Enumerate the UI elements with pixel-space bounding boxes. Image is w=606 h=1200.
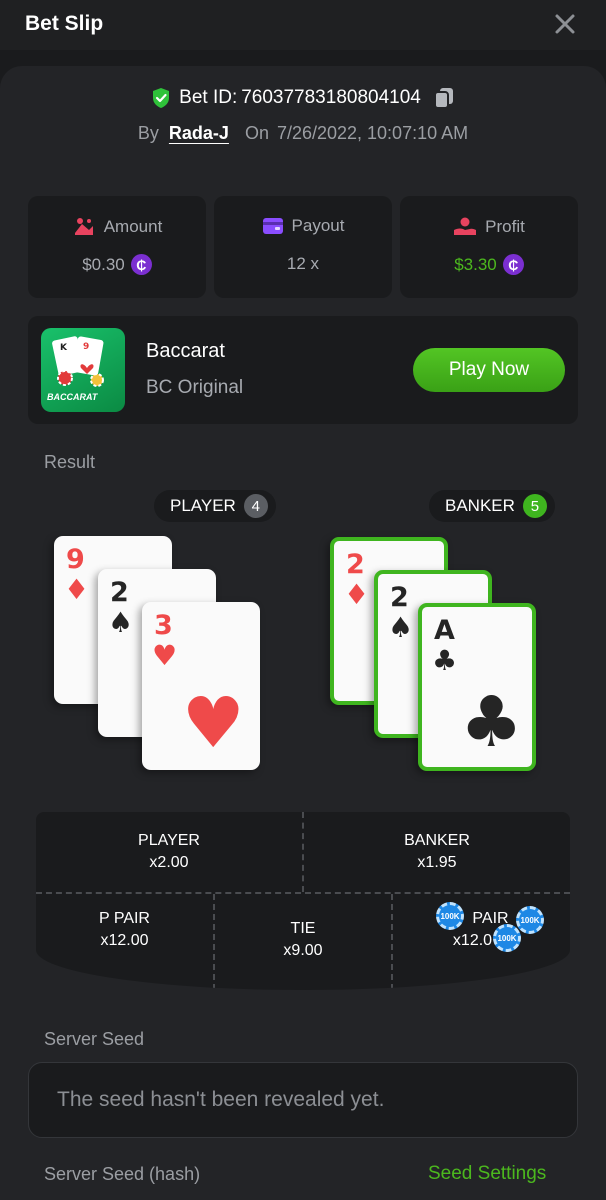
bet-p-pair-label: P PAIR bbox=[99, 910, 150, 927]
profit-label: Profit bbox=[485, 217, 525, 236]
game-provider: BC Original bbox=[146, 377, 244, 398]
card-rank: 2 bbox=[390, 582, 409, 613]
amount-value: $0.30 bbox=[82, 254, 125, 274]
bet-banker-label: BANKER bbox=[404, 832, 470, 849]
svg-text:K: K bbox=[60, 343, 68, 353]
banker-score: 5 bbox=[522, 494, 547, 518]
wallet-icon bbox=[262, 218, 283, 234]
profit-value: $3.30 bbox=[454, 254, 497, 274]
banker-score-pill: BANKER 5 bbox=[429, 490, 555, 522]
game-card: K 9 BACCARAT Baccarat BC Original Play N… bbox=[28, 316, 578, 424]
club-icon: ♣ bbox=[460, 681, 523, 763]
bet-b-pair[interactable]: PAIR x12.0 bbox=[393, 894, 570, 966]
banker-card-3: A ♣ ♣ bbox=[418, 603, 536, 771]
result-label: Result bbox=[44, 452, 96, 472]
banker-label: BANKER bbox=[445, 496, 515, 515]
card-suit: ♦ bbox=[344, 578, 370, 611]
hand-coins-icon bbox=[454, 217, 477, 235]
bet-p-pair-odds: x12.00 bbox=[100, 932, 149, 949]
card-suit: ♥ bbox=[152, 639, 178, 672]
card-rank: 2 bbox=[110, 577, 129, 608]
stat-amount: Amount $0.30 ₵ bbox=[28, 196, 206, 298]
copy-icon[interactable] bbox=[433, 86, 455, 110]
card-suit: ♠ bbox=[388, 611, 414, 644]
bet-banker[interactable]: BANKER x1.95 bbox=[304, 812, 570, 892]
page-title: Bet Slip bbox=[25, 12, 104, 35]
bet-id-row: Bet ID: 76037783180804104 bbox=[0, 84, 606, 112]
thumb-label: BACCARAT bbox=[47, 392, 98, 402]
bet-player-odds: x2.00 bbox=[149, 854, 189, 871]
player-label: PLAYER bbox=[170, 496, 236, 515]
shield-check-icon bbox=[153, 88, 170, 108]
bet-datetime: 7/26/2022, 10:07:10 AM bbox=[276, 122, 469, 143]
svg-text:9: 9 bbox=[83, 342, 89, 352]
seed-settings-link[interactable]: Seed Settings bbox=[428, 1163, 546, 1185]
bet-chips-icon bbox=[74, 218, 93, 235]
bet-tie[interactable]: TIE x9.00 bbox=[215, 904, 391, 976]
bet-banker-odds: x1.95 bbox=[417, 854, 457, 871]
on-label: On bbox=[244, 122, 269, 143]
card-rank: 2 bbox=[346, 549, 365, 580]
bet-id-label: Bet ID: bbox=[179, 87, 238, 108]
game-name: Baccarat bbox=[146, 340, 225, 362]
bet-player-label: PLAYER bbox=[138, 832, 200, 849]
bet-table: PLAYER x2.00 BANKER x1.95 P PAIR x12.00 … bbox=[36, 812, 570, 990]
card-rank: 3 bbox=[154, 610, 173, 641]
bet-player[interactable]: PLAYER x2.00 bbox=[36, 812, 302, 892]
card-suit: ♠ bbox=[108, 606, 134, 639]
baccarat-thumbnail[interactable]: K 9 BACCARAT bbox=[41, 328, 125, 412]
bet-id-value: 76037783180804104 bbox=[241, 87, 421, 108]
card-rank: 9 bbox=[66, 544, 85, 575]
player-score-pill: PLAYER 4 bbox=[154, 490, 276, 522]
server-seed-label: Server Seed bbox=[44, 1029, 145, 1049]
amount-label: Amount bbox=[103, 217, 163, 236]
card-suit: ♣ bbox=[432, 644, 458, 677]
by-label: By bbox=[137, 122, 159, 143]
bcd-coin-icon: ₵ bbox=[130, 254, 152, 275]
payout-label: Payout bbox=[291, 216, 345, 235]
server-seed-hash-label: Server Seed (hash) bbox=[44, 1164, 201, 1184]
bet-tie-label: TIE bbox=[290, 920, 316, 937]
chip-icon: 100K bbox=[436, 902, 464, 930]
player-score: 4 bbox=[243, 494, 268, 518]
bet-p-pair[interactable]: P PAIR x12.00 bbox=[36, 894, 213, 966]
play-now-button[interactable]: Play Now bbox=[413, 348, 565, 392]
heart-icon: ♥ bbox=[182, 682, 245, 764]
stat-profit: Profit $3.30 ₵ bbox=[400, 196, 578, 298]
card-rank: A bbox=[434, 615, 455, 646]
user-link[interactable]: Rada-J bbox=[169, 123, 229, 144]
stat-payout: Payout 12 x bbox=[214, 196, 392, 298]
server-seed-field: The seed hasn't been revealed yet. bbox=[28, 1062, 578, 1138]
header-bar: Bet Slip bbox=[0, 0, 606, 50]
bet-author-row: By Rada-J On 7/26/2022, 10:07:10 AM bbox=[0, 120, 606, 146]
player-card-3: 3 ♥ ♥ bbox=[142, 602, 260, 770]
payout-value: 12 x bbox=[286, 254, 320, 273]
close-icon[interactable] bbox=[552, 11, 578, 37]
chip-icon: 100K bbox=[493, 924, 521, 952]
chip-icon: 100K bbox=[516, 906, 544, 934]
card-suit: ♦ bbox=[64, 573, 90, 606]
bet-tie-odds: x9.00 bbox=[283, 942, 323, 959]
bcd-coin-icon: ₵ bbox=[502, 254, 524, 275]
